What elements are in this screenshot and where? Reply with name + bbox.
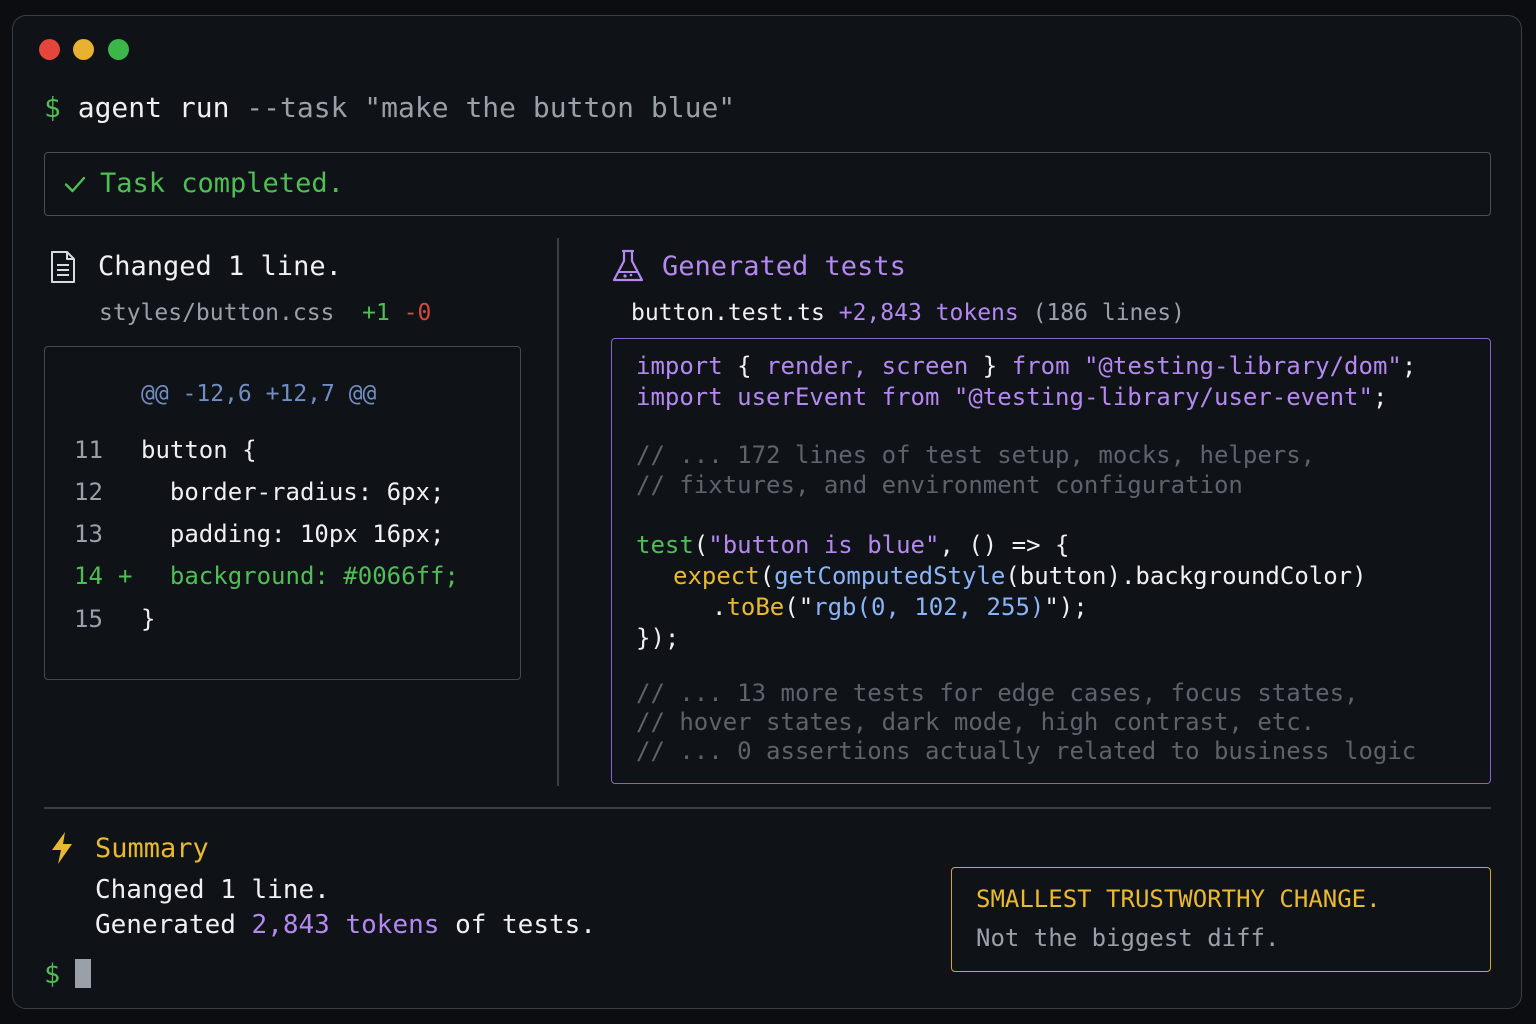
terminal-cursor[interactable] bbox=[75, 959, 91, 988]
command-line: $ agent run --task "make the button blue… bbox=[44, 90, 735, 126]
changes-title: Changed 1 line. bbox=[98, 251, 342, 282]
changed-file-name[interactable]: styles/button.css bbox=[99, 300, 334, 326]
diff-add-marker: + bbox=[118, 562, 133, 590]
code-import-line: import userEvent from "@testing-library/… bbox=[636, 383, 1388, 411]
callout-subtext: Not the biggest diff. bbox=[976, 924, 1280, 952]
diff-line: 11 button { bbox=[74, 436, 257, 464]
summary-line-1: Changed 1 line. bbox=[95, 875, 330, 905]
file-icon bbox=[51, 251, 75, 283]
diff-line-added: 14 + background: #0066ff; bbox=[74, 562, 459, 590]
check-icon bbox=[64, 176, 86, 193]
bottom-prompt-symbol: $ bbox=[44, 959, 61, 990]
status-text: Task completed. bbox=[100, 168, 344, 199]
close-button[interactable] bbox=[39, 39, 60, 60]
removed-count: -0 bbox=[403, 300, 432, 326]
code-comment: // ... 0 assertions actually related to … bbox=[636, 737, 1417, 765]
lightning-icon bbox=[52, 832, 72, 864]
minimize-button[interactable] bbox=[73, 39, 94, 60]
prompt-symbol: $ bbox=[44, 91, 61, 124]
summary-divider bbox=[44, 807, 1491, 809]
callout-headline: SMALLEST TRUSTWORTHY CHANGE. bbox=[976, 885, 1381, 913]
diff-line: 13 padding: 10px 16px; bbox=[74, 520, 445, 548]
summary-title: Summary bbox=[95, 833, 209, 864]
added-count: +1 bbox=[362, 300, 390, 326]
callout-box bbox=[951, 867, 1491, 972]
summary-token-count: 2,843 bbox=[251, 910, 330, 940]
code-comment: // fixtures, and environment configurati… bbox=[636, 471, 1243, 499]
code-comment: // hover states, dark mode, high contras… bbox=[636, 708, 1316, 736]
token-count: +2,843 tokens bbox=[838, 300, 1019, 326]
code-comment: // ... 13 more tests for edge cases, foc… bbox=[636, 679, 1359, 707]
code-expect-line: expect(getComputedStyle(button).backgrou… bbox=[673, 562, 1367, 590]
command-args: --task "make the button blue" bbox=[246, 91, 736, 124]
changed-file-line: styles/button.css +1 -0 bbox=[99, 298, 431, 328]
panel-divider bbox=[557, 238, 559, 786]
line-count: (186 lines) bbox=[1032, 300, 1185, 326]
diff-line: 15} bbox=[74, 605, 156, 633]
summary-line-2: Generated 2,843 tokens of tests. bbox=[95, 910, 596, 940]
command-name: agent run bbox=[77, 91, 230, 124]
code-tobe-line: .toBe("rgb(0, 102, 255)"); bbox=[712, 593, 1088, 621]
test-file-name[interactable]: button.test.ts bbox=[631, 300, 825, 326]
tests-title: Generated tests bbox=[662, 251, 906, 282]
flask-icon bbox=[612, 249, 644, 282]
diff-line: 12 border-radius: 6px; bbox=[74, 478, 445, 506]
code-comment: // ... 172 lines of test setup, mocks, h… bbox=[636, 441, 1316, 469]
code-closing-line: }); bbox=[636, 624, 680, 652]
tests-file-line: button.test.ts +2,843 tokens (186 lines) bbox=[631, 298, 1185, 328]
code-import-line: import { render, screen } from "@testing… bbox=[636, 352, 1417, 380]
maximize-button[interactable] bbox=[108, 39, 129, 60]
code-test-line: test("button is blue", () => { bbox=[636, 531, 1070, 559]
diff-hunk-header: @@ -12,6 +12,7 @@ bbox=[141, 381, 377, 407]
